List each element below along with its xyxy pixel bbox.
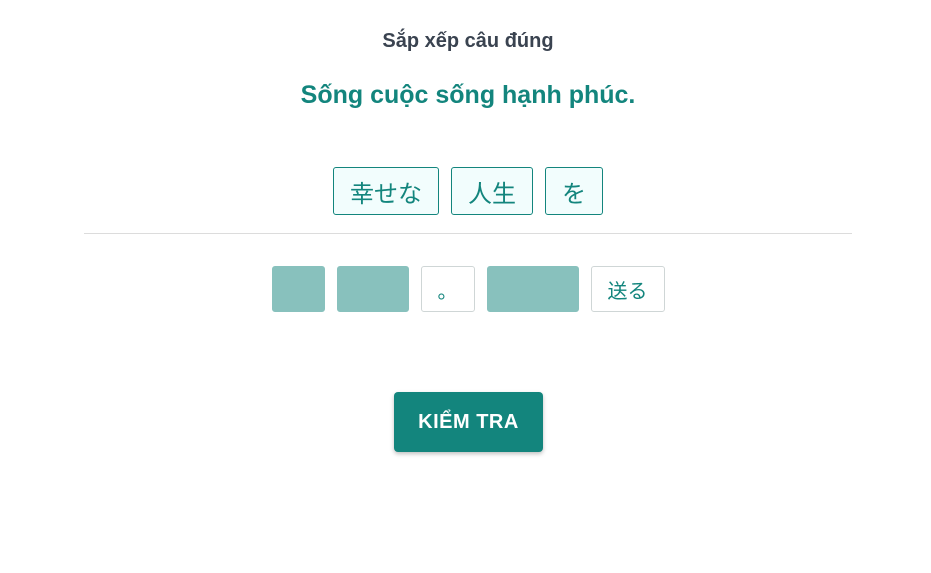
word-bank-tile-used [271,266,325,312]
answer-area: 幸せな 人生 を [0,167,931,217]
divider [84,233,852,234]
check-button[interactable]: KIỂM TRA [394,392,543,452]
word-bank-tile[interactable]: 送る [590,266,665,312]
prompt-sentence: Sống cuộc sống hạnh phúc. [300,81,636,109]
answer-tile[interactable]: 人生 [451,167,533,215]
word-bank-tile-used [336,266,409,312]
sentence-order-exercise: Sắp xếp câu đúng Sống cuộc sống hạnh phú… [0,0,931,573]
instruction-title: Sắp xếp câu đúng [382,30,554,52]
answer-tile[interactable]: 幸せな [333,167,439,215]
answer-tile[interactable]: を [545,167,603,215]
word-bank: 。 送る [0,266,931,312]
word-bank-tile-used [486,266,579,312]
word-bank-tile[interactable]: 。 [420,266,475,312]
